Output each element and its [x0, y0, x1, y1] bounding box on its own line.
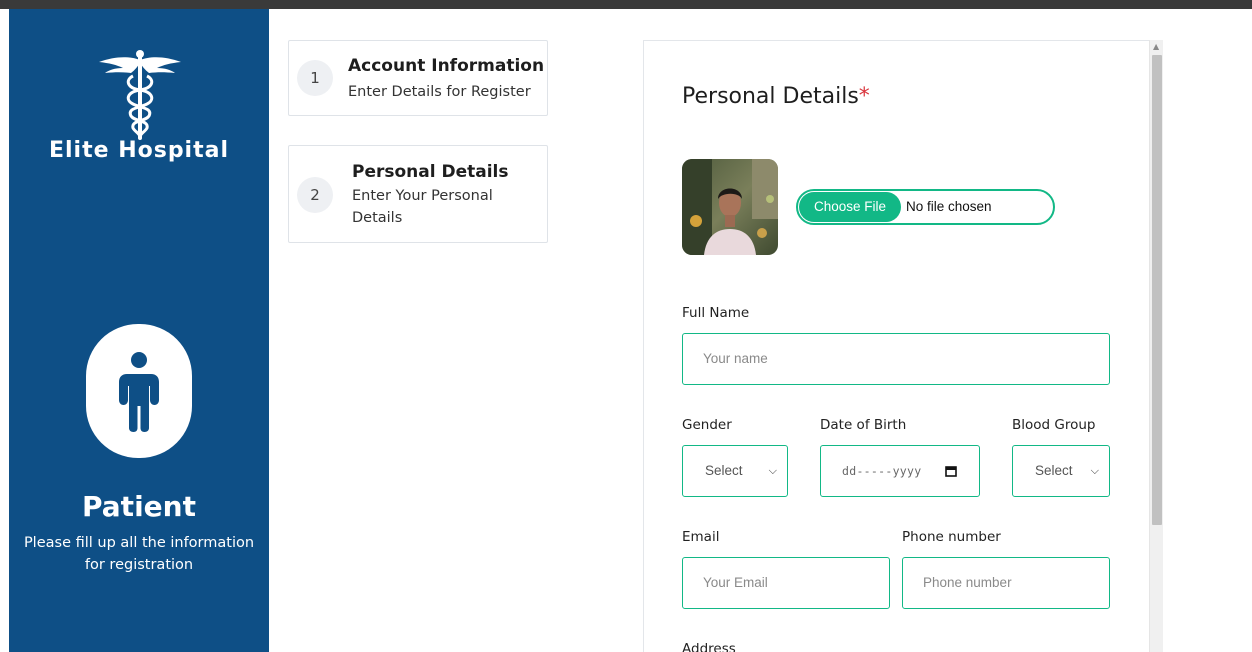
gender-value: Select — [705, 463, 743, 478]
caduceus-icon — [99, 50, 181, 140]
dob-input[interactable]: dd-----yyyy — [820, 445, 980, 497]
full-name-label: Full Name — [682, 305, 750, 321]
person-icon — [119, 352, 159, 432]
file-status: No file chosen — [906, 199, 992, 214]
role-description: Please fill up all the information for r… — [23, 535, 255, 573]
gender-label: Gender — [682, 417, 732, 433]
scroll-up-arrow-icon[interactable]: ▲ — [1153, 42, 1159, 51]
step-personal-details[interactable]: 2 Personal Details Enter Your Personal D… — [288, 145, 548, 243]
step-title: Personal Details — [352, 162, 509, 182]
email-input[interactable]: Your Email — [682, 557, 890, 609]
email-placeholder: Your Email — [703, 575, 768, 590]
email-label: Email — [682, 529, 720, 545]
gender-select[interactable]: Select ⌵ — [682, 445, 788, 497]
photo-file-input[interactable]: Choose File No file chosen — [796, 189, 1055, 225]
window-top-bar — [0, 0, 1252, 9]
profile-photo — [682, 159, 778, 255]
choose-file-button[interactable]: Choose File — [799, 192, 901, 222]
dob-label: Date of Birth — [820, 417, 907, 433]
role-icon-card — [86, 324, 192, 458]
phone-input[interactable]: Phone number — [902, 557, 1110, 609]
scrollbar-thumb[interactable] — [1152, 55, 1162, 525]
blood-group-select[interactable]: Select ⌵ — [1012, 445, 1110, 497]
phone-placeholder: Phone number — [923, 575, 1012, 590]
chevron-down-icon: ⌵ — [1090, 465, 1099, 477]
section-title: Personal Details* — [682, 84, 870, 109]
phone-label: Phone number — [902, 529, 1001, 545]
step-subtitle: Enter Details for Register — [348, 84, 531, 100]
panel-scrollbar[interactable]: ▲ — [1149, 40, 1163, 652]
blood-group-label: Blood Group — [1012, 417, 1096, 433]
required-marker: * — [858, 84, 870, 109]
address-label: Address — [682, 641, 736, 652]
brand-name: Elite Hospital — [48, 138, 230, 163]
calendar-icon[interactable] — [945, 465, 957, 477]
step-subtitle: Enter Your Personal Details — [352, 188, 493, 226]
step-number: 1 — [297, 60, 333, 96]
chevron-down-icon: ⌵ — [768, 465, 777, 477]
role-title: Patient — [82, 490, 196, 523]
full-name-input[interactable]: Your name — [682, 333, 1110, 385]
full-name-placeholder: Your name — [703, 351, 768, 366]
dob-placeholder: dd-----yyyy — [842, 464, 922, 478]
step-title: Account Information — [348, 56, 545, 76]
step-number: 2 — [297, 177, 333, 213]
blood-group-value: Select — [1035, 463, 1073, 478]
step-account-information[interactable]: 1 Account Information Enter Details for … — [288, 40, 548, 116]
sidebar: Elite Hospital Patient Please fill up al… — [9, 9, 269, 652]
